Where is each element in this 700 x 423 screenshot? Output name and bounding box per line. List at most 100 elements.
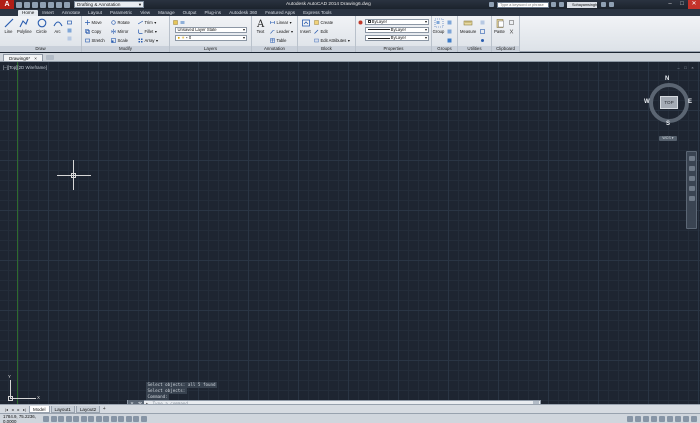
- arc-button[interactable]: Arc: [51, 18, 64, 34]
- create-block-button[interactable]: Create: [314, 19, 333, 25]
- measure-button[interactable]: Measure: [460, 18, 476, 34]
- transparency-icon[interactable]: [125, 415, 132, 422]
- id-point-icon[interactable]: [480, 37, 485, 43]
- draw-panel-title[interactable]: Draw: [0, 46, 81, 52]
- workspace-switching-icon[interactable]: [659, 415, 665, 422]
- clean-screen-icon[interactable]: [691, 415, 697, 422]
- block-panel-title[interactable]: Block: [298, 46, 355, 52]
- selection-cycling-icon[interactable]: [140, 415, 147, 422]
- select-all-icon[interactable]: [480, 28, 485, 34]
- save-as-icon[interactable]: [40, 1, 46, 8]
- linetype-dropdown[interactable]: ByLayer ▾: [365, 35, 429, 41]
- annotation-scale-icon[interactable]: [651, 415, 657, 422]
- object-snap-icon[interactable]: [80, 415, 87, 422]
- quick-view-layouts-icon[interactable]: [635, 415, 641, 422]
- layer-properties-icon[interactable]: [173, 19, 178, 25]
- pan-icon[interactable]: [689, 166, 695, 171]
- copy-clip-icon[interactable]: [509, 19, 514, 25]
- tab-model[interactable]: Model: [29, 405, 50, 413]
- edit-attributes-button[interactable]: Edit Attributes ▾: [314, 37, 350, 43]
- grid-display-icon[interactable]: [58, 415, 64, 422]
- workspace-dropdown[interactable]: Drafting & Annotation ▼: [74, 1, 144, 8]
- model-space-icon[interactable]: [627, 415, 633, 422]
- close-icon[interactable]: ×: [34, 55, 37, 61]
- new-icon[interactable]: [16, 1, 22, 8]
- isolate-objects-icon[interactable]: [683, 415, 689, 422]
- layer-tools-icon[interactable]: [180, 19, 185, 25]
- close-button[interactable]: ✕: [688, 0, 700, 9]
- ortho-mode-icon[interactable]: [65, 415, 72, 422]
- undo-icon[interactable]: [56, 1, 62, 8]
- quick-view-drawings-icon[interactable]: [643, 415, 649, 422]
- minimize-button[interactable]: –: [664, 0, 676, 9]
- compass-east[interactable]: E: [688, 99, 692, 105]
- coordinate-readout[interactable]: 1784.9, 75.2236, 0.0000: [3, 414, 43, 423]
- mirror-button[interactable]: Mirror: [111, 28, 128, 34]
- edit-block-button[interactable]: Edit: [314, 28, 328, 34]
- lineweight-dropdown[interactable]: ByLayer ▾: [365, 27, 429, 33]
- save-icon[interactable]: [32, 1, 38, 8]
- quick-select-icon[interactable]: [480, 19, 485, 25]
- gradient-icon[interactable]: [67, 35, 72, 41]
- copy-button[interactable]: Copy: [85, 28, 101, 34]
- scale-button[interactable]: Scale: [111, 37, 128, 43]
- clipboard-panel-title[interactable]: Clipboard: [492, 46, 519, 52]
- viewport-minimize-button[interactable]: –: [676, 66, 681, 70]
- group-edit-icon[interactable]: [447, 28, 452, 34]
- cut-icon[interactable]: [509, 28, 514, 34]
- snap-mode-icon[interactable]: [50, 415, 57, 422]
- stretch-button[interactable]: Stretch: [85, 37, 105, 43]
- help-icon[interactable]: [609, 2, 614, 7]
- leader-button[interactable]: Leader ▾: [270, 28, 293, 34]
- dynamic-ucs-icon[interactable]: [103, 415, 109, 422]
- layers-panel-title[interactable]: Layers: [170, 46, 251, 52]
- wcs-menu[interactable]: WCS ▾: [659, 136, 677, 141]
- rotate-button[interactable]: Rotate: [111, 19, 130, 25]
- viewcube[interactable]: N S E W TOP: [643, 76, 695, 130]
- tab-layout2[interactable]: Layout2: [75, 405, 101, 413]
- binoculars-icon[interactable]: [489, 2, 494, 7]
- subscription-icon[interactable]: [559, 2, 564, 7]
- next-layout-icon[interactable]: ▸: [16, 407, 21, 412]
- table-button[interactable]: Table: [270, 37, 287, 43]
- hardware-acceleration-icon[interactable]: [675, 415, 681, 422]
- circle-button[interactable]: Circle: [35, 18, 48, 34]
- showmotion-icon[interactable]: [689, 196, 695, 201]
- group-select-icon[interactable]: [447, 37, 452, 43]
- exchange-icon[interactable]: [601, 2, 606, 7]
- match-properties-icon[interactable]: [358, 19, 363, 25]
- properties-panel-title[interactable]: Properties: [356, 46, 431, 52]
- groups-panel-title[interactable]: Groups: [432, 46, 457, 52]
- zoom-icon[interactable]: [689, 176, 695, 181]
- plot-icon[interactable]: [48, 1, 54, 8]
- viewport-restore-button[interactable]: □: [683, 66, 688, 70]
- maximize-button[interactable]: □: [676, 0, 688, 9]
- viewcube-top-face[interactable]: TOP: [660, 96, 678, 109]
- trim-button[interactable]: Trim ▾: [138, 19, 156, 25]
- linear-dimension-button[interactable]: Linear ▾: [270, 19, 292, 25]
- prev-layout-icon[interactable]: ◂: [10, 407, 15, 412]
- compass-north[interactable]: N: [665, 76, 669, 82]
- dynamic-input-icon[interactable]: [110, 415, 117, 422]
- rectangle-icon[interactable]: [67, 19, 72, 25]
- file-tab-drawing6[interactable]: Drawing6* ×: [3, 53, 43, 61]
- search-input[interactable]: Type a keyword or phrase: [497, 1, 549, 8]
- fillet-button[interactable]: Fillet ▾: [138, 28, 157, 34]
- quick-properties-icon[interactable]: [133, 415, 139, 422]
- application-menu-button[interactable]: A: [0, 0, 14, 9]
- insert-block-button[interactable]: Insert: [299, 18, 312, 34]
- compass-south[interactable]: S: [666, 121, 670, 127]
- tab-layout1[interactable]: Layout1: [50, 405, 75, 413]
- ungroup-icon[interactable]: [447, 19, 452, 25]
- orbit-icon[interactable]: [689, 186, 695, 191]
- object-snap-tracking-icon[interactable]: [95, 415, 102, 422]
- last-layout-icon[interactable]: ▸|: [22, 407, 27, 412]
- color-dropdown[interactable]: ByLayer ▾: [365, 19, 429, 25]
- 3d-object-snap-icon[interactable]: [88, 415, 94, 422]
- redo-icon[interactable]: [64, 1, 70, 8]
- infer-constraints-icon[interactable]: [43, 415, 49, 422]
- paste-button[interactable]: Paste: [493, 18, 506, 34]
- layer-state-dropdown[interactable]: Unsaved Layer State ▾: [175, 27, 247, 33]
- open-icon[interactable]: [24, 1, 30, 8]
- viewport-close-button[interactable]: ×: [690, 66, 695, 70]
